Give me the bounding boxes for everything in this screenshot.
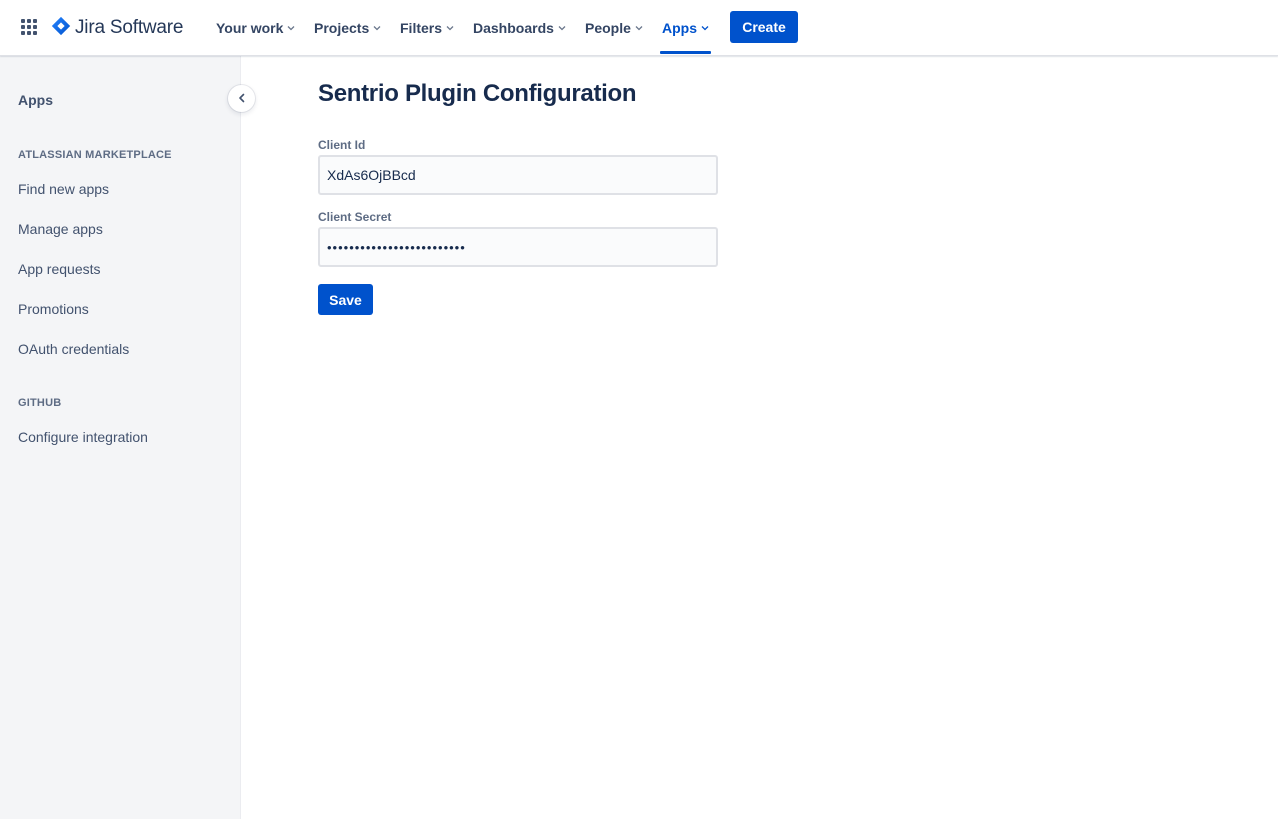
client-secret-input[interactable] — [318, 227, 718, 267]
top-navigation: Jira Software Your work Projects Filters… — [0, 0, 1278, 56]
nav-projects[interactable]: Projects — [314, 0, 381, 56]
section-heading-marketplace: ATLASSIAN MARKETPLACE — [18, 149, 172, 161]
sidebar-item-oauth-credentials[interactable]: OAuth credentials — [18, 341, 129, 357]
nav-apps[interactable]: Apps — [660, 0, 711, 56]
product-name: Jira Software — [75, 17, 184, 38]
nav-label: Apps — [662, 20, 697, 36]
chevron-down-icon — [287, 24, 295, 32]
sidebar-item-app-requests[interactable]: App requests — [18, 261, 101, 277]
chevron-down-icon — [635, 24, 643, 32]
section-heading-github: GITHUB — [18, 397, 62, 409]
sidebar-item-manage-apps[interactable]: Manage apps — [18, 221, 103, 237]
nav-your-work[interactable]: Your work — [216, 0, 295, 56]
client-secret-label: Client Secret — [318, 210, 392, 224]
chevron-down-icon — [558, 24, 566, 32]
create-button[interactable]: Create — [730, 11, 798, 43]
nav-label: Dashboards — [473, 20, 554, 36]
nav-label: Projects — [314, 20, 370, 36]
sidebar-collapse-button[interactable] — [228, 85, 255, 112]
nav-label: Your work — [216, 20, 284, 36]
nav-label: Filters — [400, 20, 443, 36]
sidebar: Apps ATLASSIAN MARKETPLACE Find new apps… — [0, 56, 241, 819]
nav-label: People — [585, 20, 631, 36]
sidebar-item-configure-integration[interactable]: Configure integration — [18, 429, 148, 445]
client-id-input[interactable] — [318, 155, 718, 195]
chevron-down-icon — [373, 24, 381, 32]
chevron-down-icon — [446, 24, 454, 32]
nav-people[interactable]: People — [585, 0, 643, 56]
client-id-label: Client Id — [318, 138, 366, 152]
save-button[interactable]: Save — [318, 284, 373, 315]
app-grid-icon[interactable] — [18, 16, 42, 40]
nav-filters[interactable]: Filters — [400, 0, 454, 56]
chevron-left-icon — [237, 90, 247, 108]
jira-logo[interactable]: Jira Software — [50, 14, 183, 42]
page-title: Sentrio Plugin Configuration — [318, 80, 637, 107]
sidebar-item-find-new-apps[interactable]: Find new apps — [18, 181, 109, 197]
chevron-down-icon — [701, 24, 709, 32]
jira-diamond-icon — [50, 15, 72, 42]
nav-dashboards[interactable]: Dashboards — [473, 0, 566, 56]
sidebar-title: Apps — [18, 92, 53, 108]
sidebar-item-promotions[interactable]: Promotions — [18, 301, 89, 317]
